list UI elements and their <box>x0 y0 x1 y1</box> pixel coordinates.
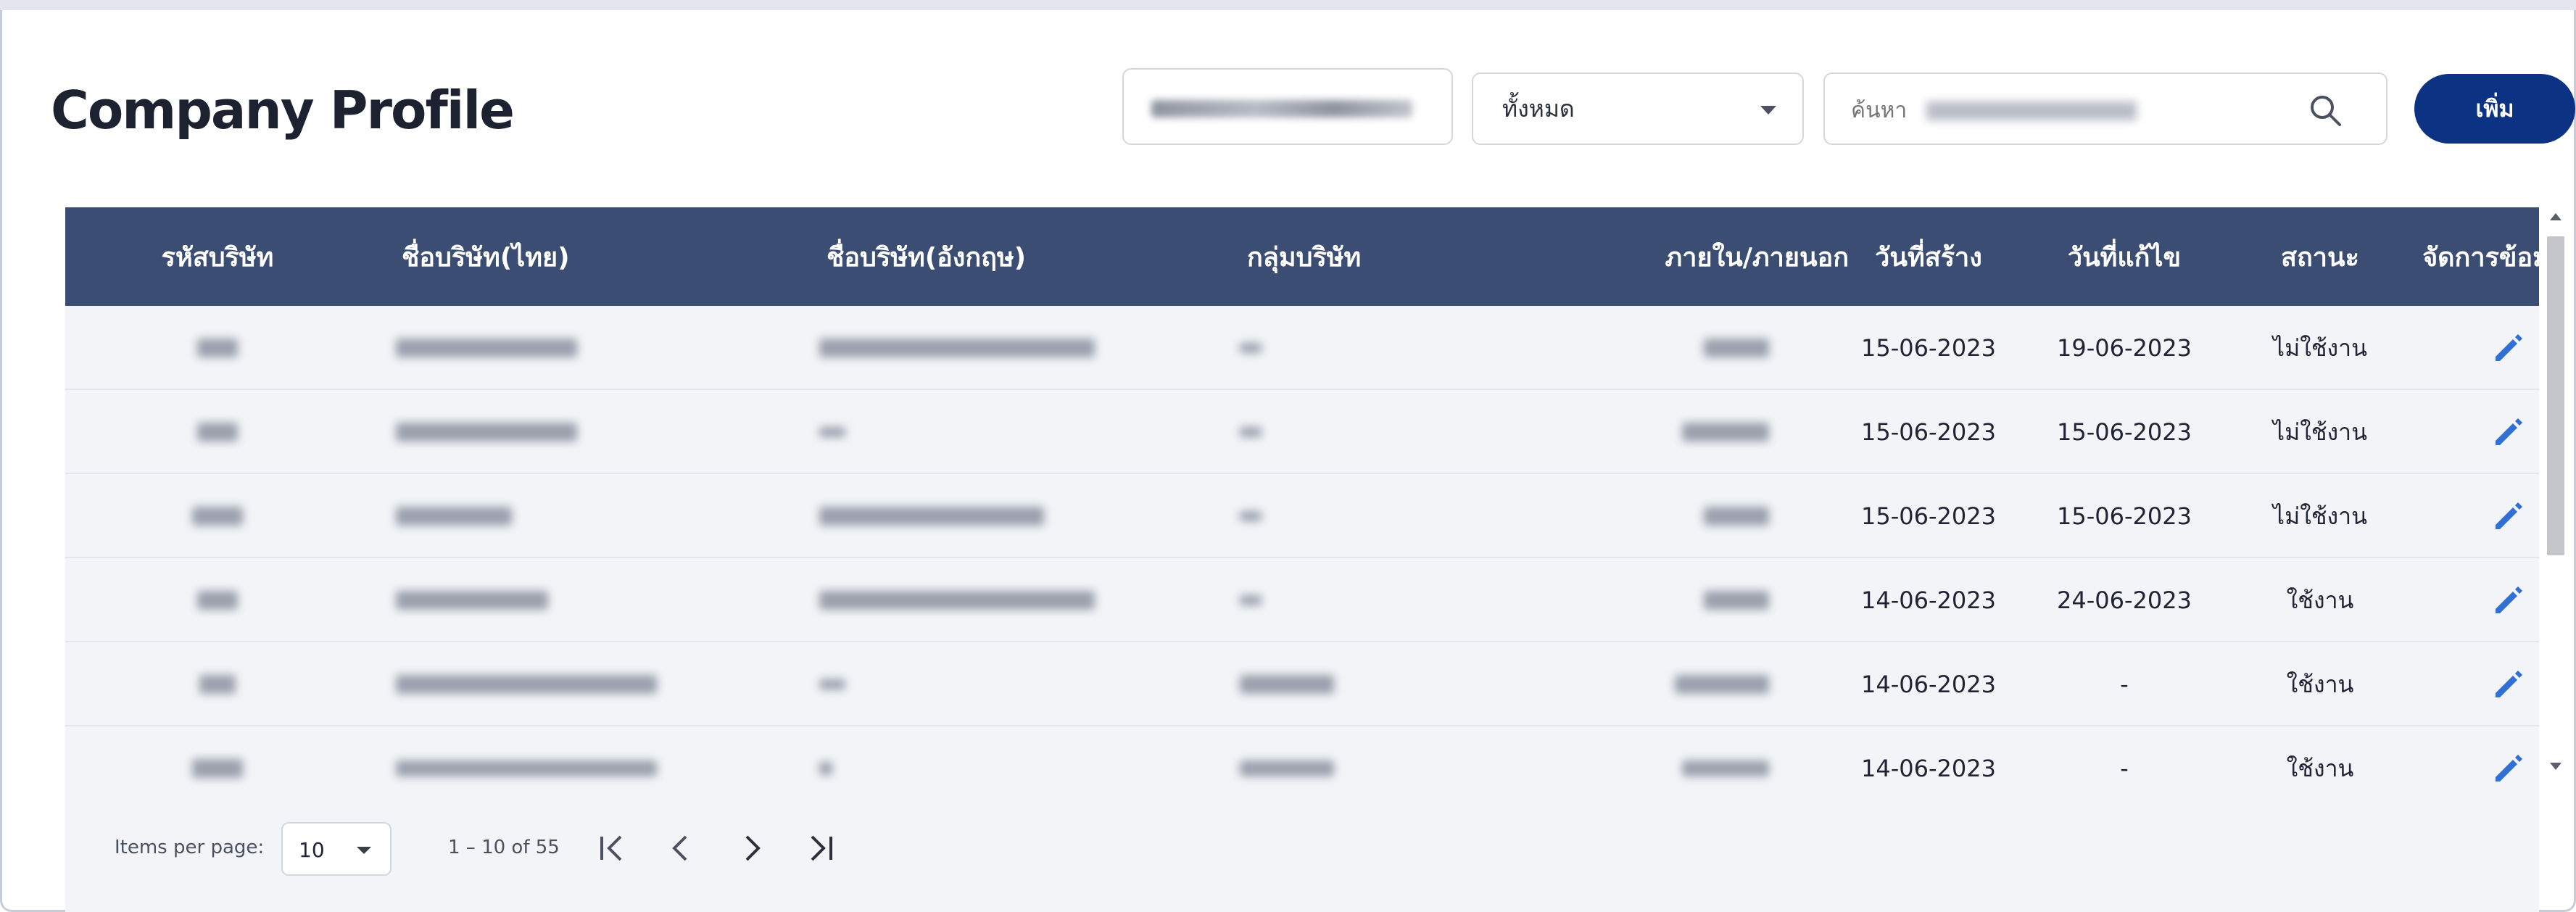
dropdown-caret-icon <box>357 847 371 854</box>
redacted-name-en <box>819 306 1124 390</box>
column-header-name-en[interactable]: ชื่อบริษัท(อังกฤษ) <box>827 207 1131 306</box>
chevron-right-icon <box>745 835 761 861</box>
redacted-code <box>123 474 312 558</box>
scroll-down-arrow-icon[interactable] <box>2550 763 2561 770</box>
table-scrollbar[interactable] <box>2541 207 2570 787</box>
redacted-name-en <box>819 474 1124 558</box>
table-header: รหัสบริษัท ชื่อบริษัท(ไทย) ชื่อบริษัท(อั… <box>65 207 2566 306</box>
scroll-up-arrow-icon[interactable] <box>2550 213 2561 220</box>
redacted-name-th <box>396 390 657 474</box>
type-filter-value: ทั้งหมด <box>1502 94 1575 123</box>
table-row: 15-06-2023 19-06-2023 ไม่ใช้งาน <box>65 306 2539 390</box>
redacted-group <box>1240 474 1472 558</box>
items-per-page-select[interactable]: 10 <box>281 822 392 876</box>
items-per-page-label: Items per page: <box>115 837 265 858</box>
column-header-group[interactable]: กลุ่มบริษัท <box>1247 207 1479 306</box>
pencil-icon[interactable] <box>2491 499 2526 534</box>
table-row: 15-06-2023 15-06-2023 ไม่ใช้งาน <box>65 474 2539 558</box>
items-per-page-value: 10 <box>299 838 325 862</box>
paginator: Items per page: 10 1 – 10 of 55 <box>65 819 935 877</box>
table-row: 15-06-2023 15-06-2023 ไม่ใช้งาน <box>65 390 2539 474</box>
last-page-button[interactable] <box>800 828 841 869</box>
redacted-name-en <box>819 558 1124 642</box>
redacted-group <box>1240 306 1472 390</box>
redacted-code <box>123 558 312 642</box>
redacted-search-text <box>1926 101 2137 120</box>
add-button[interactable]: เพิ่ม <box>2414 74 2575 144</box>
first-page-icon <box>600 835 622 861</box>
redacted-name-th <box>396 726 657 811</box>
redacted-group <box>1240 390 1472 474</box>
column-header-name-th[interactable]: ชื่อบริษัท(ไทย) <box>402 207 663 306</box>
company-table: รหัสบริษัท ชื่อบริษัท(ไทย) ชื่อบริษัท(อั… <box>65 207 2566 912</box>
redacted-name-th <box>396 642 657 726</box>
redacted-group <box>1240 558 1472 642</box>
column-header-code[interactable]: รหัสบริษัท <box>123 207 312 306</box>
redacted-group <box>1240 726 1472 811</box>
redacted-group <box>1240 642 1472 726</box>
redacted-code <box>123 306 312 390</box>
table-row: 14-06-2023 24-06-2023 ใช้งาน <box>65 558 2539 642</box>
previous-page-button[interactable] <box>661 828 702 869</box>
redacted-name-th <box>396 474 657 558</box>
pencil-icon[interactable] <box>2491 751 2526 786</box>
next-page-button[interactable] <box>731 828 771 869</box>
pencil-icon[interactable] <box>2491 331 2526 365</box>
search-field[interactable] <box>1823 72 2387 145</box>
redacted-name-en <box>819 726 1124 811</box>
table-row: 14-06-2023 - ใช้งาน <box>65 726 2539 811</box>
pencil-icon[interactable] <box>2491 667 2526 702</box>
page-title: Company Profile <box>51 80 515 141</box>
redacted-code <box>123 390 312 474</box>
type-filter-select[interactable]: ทั้งหมด <box>1472 72 1804 145</box>
redacted-name-en <box>819 390 1124 474</box>
pencil-icon[interactable] <box>2491 415 2526 449</box>
company-filter-field[interactable] <box>1122 68 1453 145</box>
redacted-code <box>123 726 312 811</box>
redacted-code <box>123 642 312 726</box>
dropdown-caret-icon <box>1760 106 1776 115</box>
redacted-value <box>1151 100 1412 117</box>
pencil-icon[interactable] <box>2491 583 2526 618</box>
first-page-button[interactable] <box>592 828 632 869</box>
redacted-name-en <box>819 642 1124 726</box>
scroll-thumb[interactable] <box>2547 236 2564 555</box>
chevron-left-icon <box>672 835 687 861</box>
redacted-name-th <box>396 306 657 390</box>
search-icon[interactable] <box>2308 93 2343 128</box>
last-page-icon <box>811 835 832 861</box>
page-range-label: 1 – 10 of 55 <box>448 837 560 858</box>
redacted-name-th <box>396 558 657 642</box>
window-top-edge <box>0 0 2576 10</box>
table-row: 14-06-2023 - ใช้งาน <box>65 642 2539 726</box>
